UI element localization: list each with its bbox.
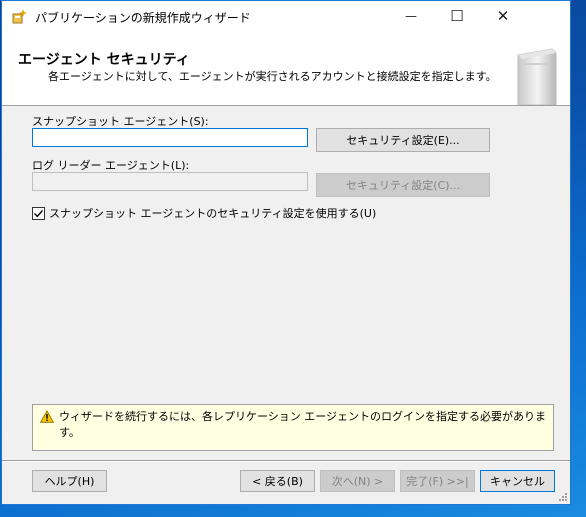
log-reader-agent-input[interactable] bbox=[32, 172, 308, 191]
message-text: ウィザードを続行するには、各レプリケーション エージェントのログインを指定する必… bbox=[59, 410, 547, 439]
page-subtitle: 各エージェントに対して、エージェントが実行されるアカウントと接続設定を指定します… bbox=[48, 70, 497, 83]
close-button[interactable]: ✕ bbox=[480, 1, 526, 31]
minimize-icon: — bbox=[405, 9, 417, 23]
server-graphic-icon bbox=[517, 48, 557, 105]
checkbox-box[interactable] bbox=[32, 206, 45, 220]
window-title: パブリケーションの新規作成ウィザード bbox=[35, 11, 251, 25]
warning-icon bbox=[40, 410, 54, 423]
snapshot-security-settings-button[interactable]: セキュリティ設定(E)... bbox=[316, 128, 490, 152]
back-button[interactable]: < 戻る(B) bbox=[240, 470, 315, 492]
snapshot-agent-input[interactable] bbox=[32, 128, 308, 147]
wizard-header: エージェント セキュリティ 各エージェントに対して、エージェントが実行されるアカ… bbox=[2, 31, 570, 106]
close-icon: ✕ bbox=[496, 7, 510, 25]
wizard-window: パブリケーションの新規作成ウィザード — ☐ ✕ エージェント セキュリティ 各… bbox=[1, 0, 571, 505]
use-snapshot-security-checkbox[interactable]: スナップショット エージェントのセキュリティ設定を使用する(U) bbox=[32, 205, 376, 221]
maximize-icon: ☐ bbox=[450, 7, 464, 25]
title-bar[interactable]: パブリケーションの新規作成ウィザード — ☐ ✕ bbox=[2, 1, 570, 31]
footer-separator bbox=[2, 460, 570, 462]
help-button[interactable]: ヘルプ(H) bbox=[32, 470, 107, 492]
log-reader-security-settings-button[interactable]: セキュリティ設定(C)... bbox=[316, 173, 490, 197]
snapshot-agent-label: スナップショット エージェント(S): bbox=[32, 115, 209, 128]
message-panel: ウィザードを続行するには、各レプリケーション エージェントのログインを指定する必… bbox=[32, 404, 554, 451]
maximize-button[interactable]: ☐ bbox=[434, 1, 480, 31]
cancel-button[interactable]: キャンセル bbox=[480, 470, 555, 492]
resize-grip-icon[interactable] bbox=[558, 492, 568, 502]
wizard-app-icon bbox=[12, 9, 27, 24]
next-button[interactable]: 次へ(N) > bbox=[320, 470, 395, 492]
use-snapshot-security-label: スナップショット エージェントのセキュリティ設定を使用する(U) bbox=[49, 207, 377, 220]
minimize-button[interactable]: — bbox=[388, 1, 434, 31]
page-title: エージェント セキュリティ bbox=[18, 52, 190, 68]
checkmark-icon bbox=[34, 209, 44, 217]
finish-button[interactable]: 完了(F) >>| bbox=[400, 470, 475, 492]
log-reader-agent-label: ログ リーダー エージェント(L): bbox=[32, 159, 190, 172]
